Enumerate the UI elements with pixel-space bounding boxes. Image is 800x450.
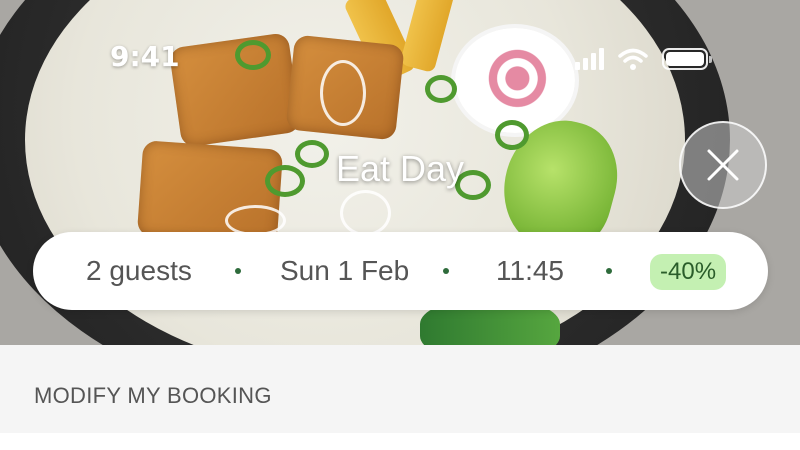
close-button[interactable] (679, 121, 767, 209)
onion-slice (340, 190, 391, 236)
status-bar-time: 9:41 (110, 40, 180, 73)
separator-dot (606, 268, 612, 274)
modify-booking-label: MODIFY MY BOOKING (34, 383, 272, 408)
guests-count: 2 guests (86, 255, 192, 286)
scallion (425, 75, 457, 103)
scallion (235, 40, 271, 70)
scallion (495, 120, 529, 150)
booking-summary[interactable]: 2 guests Sun 1 Feb 11:45 -40% (33, 232, 768, 310)
separator-dot (235, 268, 241, 274)
naruto-fishcake (455, 28, 575, 133)
status-bar-icons (575, 45, 712, 73)
separator-dot (443, 268, 449, 274)
close-icon (707, 149, 739, 181)
cellular-signal-icon (575, 48, 604, 70)
discount-badge: -40% (650, 254, 727, 290)
battery-icon (662, 48, 712, 70)
booking-date: Sun 1 Feb (280, 255, 410, 286)
wifi-icon (618, 48, 648, 70)
booking-time: 11:45 (496, 255, 564, 286)
onion-slice (320, 60, 366, 126)
